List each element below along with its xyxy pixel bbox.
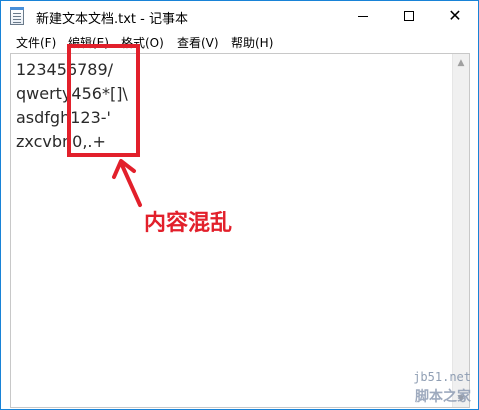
minimize-icon (358, 15, 368, 17)
watermark: jb51.net 脚本之家 (413, 370, 471, 406)
menu-file[interactable]: 文件(F) (16, 34, 56, 51)
scroll-up-arrow-icon[interactable]: ▲ (453, 54, 469, 71)
close-icon: ✕ (448, 6, 462, 25)
window-title: 新建文本文档.txt - 记事本 (36, 12, 188, 27)
close-button[interactable]: ✕ (432, 1, 478, 31)
annotation-arrow-icon (112, 159, 142, 207)
watermark-name: 脚本之家 (415, 389, 471, 405)
watermark-url: jb51.net (413, 370, 471, 384)
maximize-icon (404, 11, 414, 21)
title-bar[interactable]: 新建文本文档.txt - 记事本 ✕ (1, 1, 478, 32)
notepad-icon (10, 7, 24, 25)
vertical-scrollbar[interactable]: ▲ ▼ (452, 54, 469, 407)
annotation-label: 内容混乱 (144, 211, 233, 236)
menu-help[interactable]: 帮助(H) (231, 34, 273, 51)
highlight-box (67, 44, 140, 157)
menu-view[interactable]: 查看(V) (177, 34, 219, 51)
minimize-button[interactable] (340, 1, 386, 31)
maximize-button[interactable] (386, 1, 432, 31)
